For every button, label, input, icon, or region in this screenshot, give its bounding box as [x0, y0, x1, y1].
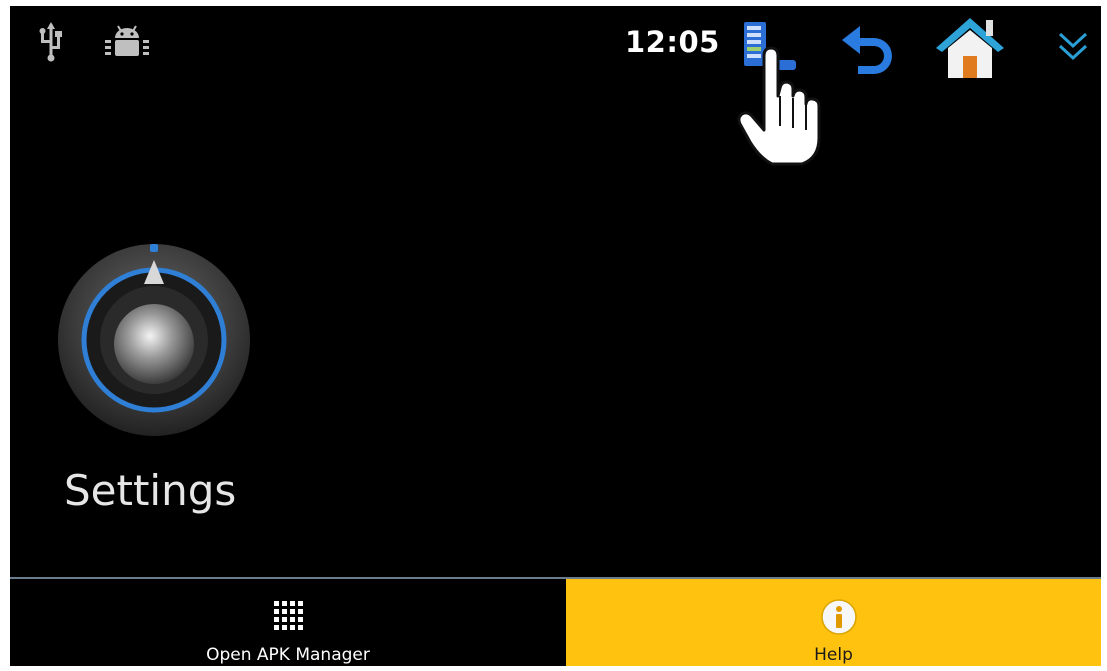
- info-icon: [821, 599, 857, 635]
- settings-knob-icon: [58, 244, 250, 436]
- collapse-chevron-icon[interactable]: [1056, 28, 1090, 64]
- home-icon[interactable]: [934, 16, 1006, 80]
- open-apk-manager-label: Open APK Manager: [206, 645, 370, 665]
- android-debug-icon: [105, 25, 149, 56]
- usb-icon: [39, 22, 62, 62]
- bottom-action-bar: Open APK Manager Help: [10, 577, 1101, 666]
- grid-icon: [274, 601, 303, 630]
- settings-app[interactable]: Settings: [50, 238, 260, 528]
- help-label: Help: [814, 645, 853, 665]
- hand-cursor-icon: [737, 46, 821, 166]
- device-screen: 12:05 Settings Open APK Manager Help: [10, 6, 1101, 666]
- status-bar: 12:05: [10, 6, 1101, 86]
- back-icon[interactable]: [838, 20, 904, 76]
- open-apk-manager-button[interactable]: Open APK Manager: [10, 579, 566, 666]
- help-button[interactable]: Help: [566, 579, 1101, 666]
- clock: 12:05: [625, 25, 720, 59]
- settings-label: Settings: [64, 466, 237, 515]
